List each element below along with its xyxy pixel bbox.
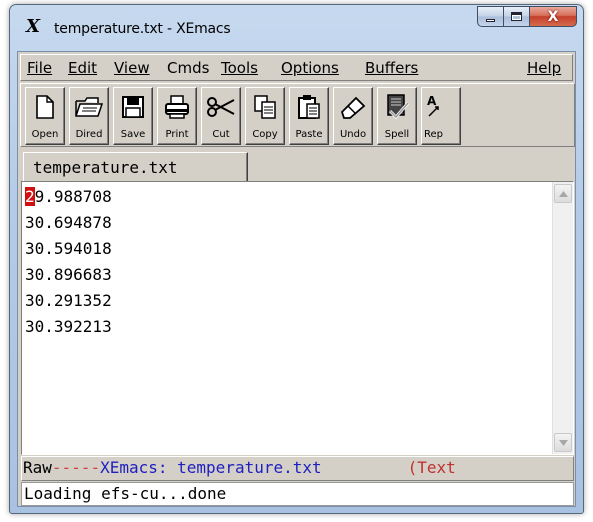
scroll-down-button[interactable] [554, 433, 572, 452]
menu-edit-label: Edit [68, 59, 98, 77]
x-logo-icon: X [26, 16, 40, 37]
menu-buffers[interactable]: Buffers [365, 59, 418, 77]
menu-cmds[interactable]: Cmds [167, 59, 209, 77]
folder-icon [70, 92, 108, 122]
minimize-button[interactable] [477, 6, 504, 27]
line-text: 9.988708 [34, 187, 112, 206]
vertical-scrollbar[interactable] [552, 182, 573, 454]
spell-label: Spell [384, 129, 410, 140]
window-title: temperature.txt - XEmacs [54, 21, 231, 37]
menu-tools-label: Tools [221, 59, 258, 77]
copy-label: Copy [252, 129, 278, 140]
undo-button[interactable]: Undo [333, 87, 373, 145]
tab-temperature-txt[interactable]: temperature.txt [23, 152, 248, 182]
minimize-icon [486, 19, 495, 22]
menu-help-label: Help [527, 59, 562, 77]
modeline-mode[interactable]: (Text [408, 458, 456, 477]
dired-button[interactable]: Dired [69, 87, 109, 145]
cut-button[interactable]: Cut [201, 87, 241, 145]
scissors-icon [202, 92, 240, 122]
maximize-button[interactable] [504, 6, 530, 27]
maximize-icon [511, 12, 522, 21]
eraser-icon [334, 92, 372, 122]
menu-edit[interactable]: Edit [68, 59, 97, 77]
dired-label: Dired [75, 129, 103, 140]
open-label: Open [31, 129, 59, 140]
close-icon: X [547, 8, 559, 25]
replace-button[interactable]: A Rep [421, 87, 461, 145]
menu-file-label: File [27, 59, 53, 77]
paste-button[interactable]: Paste [289, 87, 329, 145]
modeline-coding: Raw [23, 458, 52, 477]
copy-button[interactable]: Copy [245, 87, 285, 145]
arrow-down-icon [558, 439, 568, 446]
print-button[interactable]: Print [157, 87, 197, 145]
menu-options[interactable]: Options [281, 59, 339, 77]
arrow-up-icon [558, 190, 568, 197]
spell-button[interactable]: Spell [377, 87, 417, 145]
buffer-line: 30.291352 [25, 291, 112, 310]
menu-bar: File Edit View Cmds Tools Options Buffer… [20, 54, 573, 81]
clipboard-icon [290, 92, 328, 122]
title-bar[interactable]: X temperature.txt - XEmacs X [10, 5, 583, 51]
close-button[interactable]: X [530, 6, 577, 27]
text-cursor: 2 [25, 187, 35, 206]
client-area: File Edit View Cmds Tools Options Buffer… [17, 51, 576, 507]
replace-icon: A [422, 92, 460, 122]
svg-text:A: A [427, 94, 437, 108]
paste-label: Paste [295, 129, 323, 140]
buffer-line: 30.594018 [25, 239, 112, 258]
buffer-tab-bar: temperature.txt [20, 149, 575, 182]
printer-icon [158, 92, 196, 122]
copy-icon [246, 92, 284, 122]
open-button[interactable]: Open [25, 87, 65, 145]
undo-label: Undo [339, 129, 367, 140]
tab-label: temperature.txt [33, 158, 178, 177]
menu-view[interactable]: View [114, 59, 150, 77]
menu-cmds-label: Cmds [167, 59, 210, 77]
buffer-line: 29.988708 [25, 184, 112, 210]
text-editor[interactable]: 29.988708 30.694878 30.594018 30.896683 … [21, 181, 574, 455]
menu-help[interactable]: Help [527, 59, 561, 77]
xemacs-window: X temperature.txt - XEmacs X File Edit V… [9, 4, 584, 514]
toolbar: Open Dired Save Print Cut Copy Paste Und… [20, 83, 575, 147]
modeline-dashes: ----- [51, 458, 101, 477]
print-label: Print [165, 129, 189, 140]
modeline-buffer-id: XEmacs: temperature.txt [100, 458, 322, 477]
cut-label: Cut [212, 129, 230, 140]
menu-buffers-label: Buffers [365, 59, 419, 77]
scroll-up-button[interactable] [554, 184, 572, 203]
open-icon [26, 92, 64, 122]
menu-tools[interactable]: Tools [221, 59, 258, 77]
replace-label: Rep [424, 129, 443, 140]
buffer-line: 30.896683 [25, 265, 112, 284]
minibuffer[interactable]: Loading efs-cu...done [21, 482, 574, 506]
save-button[interactable]: Save [113, 87, 153, 145]
buffer-lines: 29.988708 30.694878 30.594018 30.896683 … [25, 184, 112, 340]
buffer-line: 30.694878 [25, 213, 112, 232]
floppy-icon [114, 92, 152, 122]
menu-options-label: Options [281, 59, 339, 77]
spellcheck-icon [378, 92, 416, 122]
modeline[interactable]: Raw-----XEmacs: temperature.txt (Text [21, 456, 574, 481]
menu-view-label: View [114, 59, 150, 77]
save-label: Save [120, 129, 146, 140]
caption-buttons: X [477, 6, 577, 28]
menu-file[interactable]: File [27, 59, 52, 77]
buffer-line: 30.392213 [25, 317, 112, 336]
